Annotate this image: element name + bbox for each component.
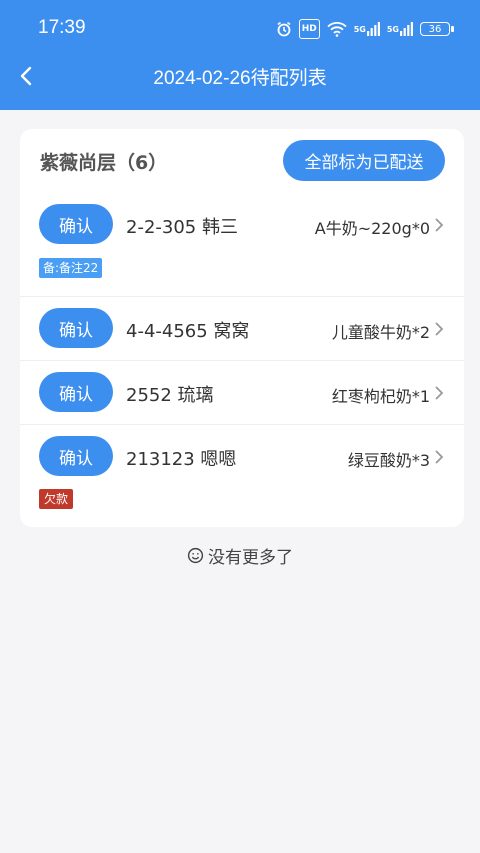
order-address: 213123 嗯嗯 [126,449,237,470]
status-icons: HD 5G 5G 36 [276,19,454,39]
chevron-right-icon [435,218,444,232]
order-row[interactable]: 确认 2-2-305 韩三 A牛奶~220g*0 备:备注22 [20,187,464,297]
order-product: 绿豆酸奶*3 [347,451,430,470]
order-product: 红枣枸杞奶*1 [331,387,430,406]
note-tag: 备:备注22 [39,258,103,278]
wifi-icon [327,20,347,38]
order-row[interactable]: 确认 4-4-4565 窝窝 儿童酸牛奶*2 [20,296,464,361]
signal-icon-sim1: 5G [354,20,380,38]
no-more-text: 没有更多了 [208,548,293,568]
page-title: 2024-02-26待配列表 [153,68,327,89]
hd-icon: HD [298,19,320,39]
order-product: A牛奶~220g*0 [314,219,430,238]
chevron-right-icon [435,322,444,336]
group-title: 紫薇尚层（6） [40,152,168,174]
status-bar: 17:39 HD 5G 5G 36 [0,0,480,56]
app-header: 17:39 HD 5G 5G 36 2024-02-26待配列表 [0,0,480,110]
smile-icon [187,547,204,564]
debt-tag: 欠款 [39,489,74,509]
chevron-right-icon [435,450,444,464]
order-address: 2552 琉璃 [126,385,214,406]
order-row[interactable]: 确认 213123 嗯嗯 绿豆酸奶*3 欠款 [20,424,464,524]
mark-all-delivered-button[interactable]: 全部标为已配送 [283,140,445,181]
alarm-icon [276,20,292,38]
order-product: 儿童酸牛奶*2 [331,323,430,342]
battery-icon: 36 [420,22,454,36]
no-more-indicator: 没有更多了 [0,543,480,568]
confirm-button[interactable]: 确认 [39,436,113,476]
group-card: 紫薇尚层（6） 全部标为已配送 确认 2-2-305 韩三 A牛奶~220g*0… [20,129,464,527]
confirm-button[interactable]: 确认 [39,308,113,348]
order-address: 2-2-305 韩三 [126,217,238,238]
confirm-button[interactable]: 确认 [39,372,113,412]
chevron-right-icon [435,386,444,400]
signal-icon-sim2: 5G [387,20,413,38]
confirm-button[interactable]: 确认 [39,204,113,244]
status-time: 17:39 [38,17,86,38]
order-address: 4-4-4565 窝窝 [126,321,250,342]
order-row[interactable]: 确认 2552 琉璃 红枣枸杞奶*1 [20,360,464,425]
